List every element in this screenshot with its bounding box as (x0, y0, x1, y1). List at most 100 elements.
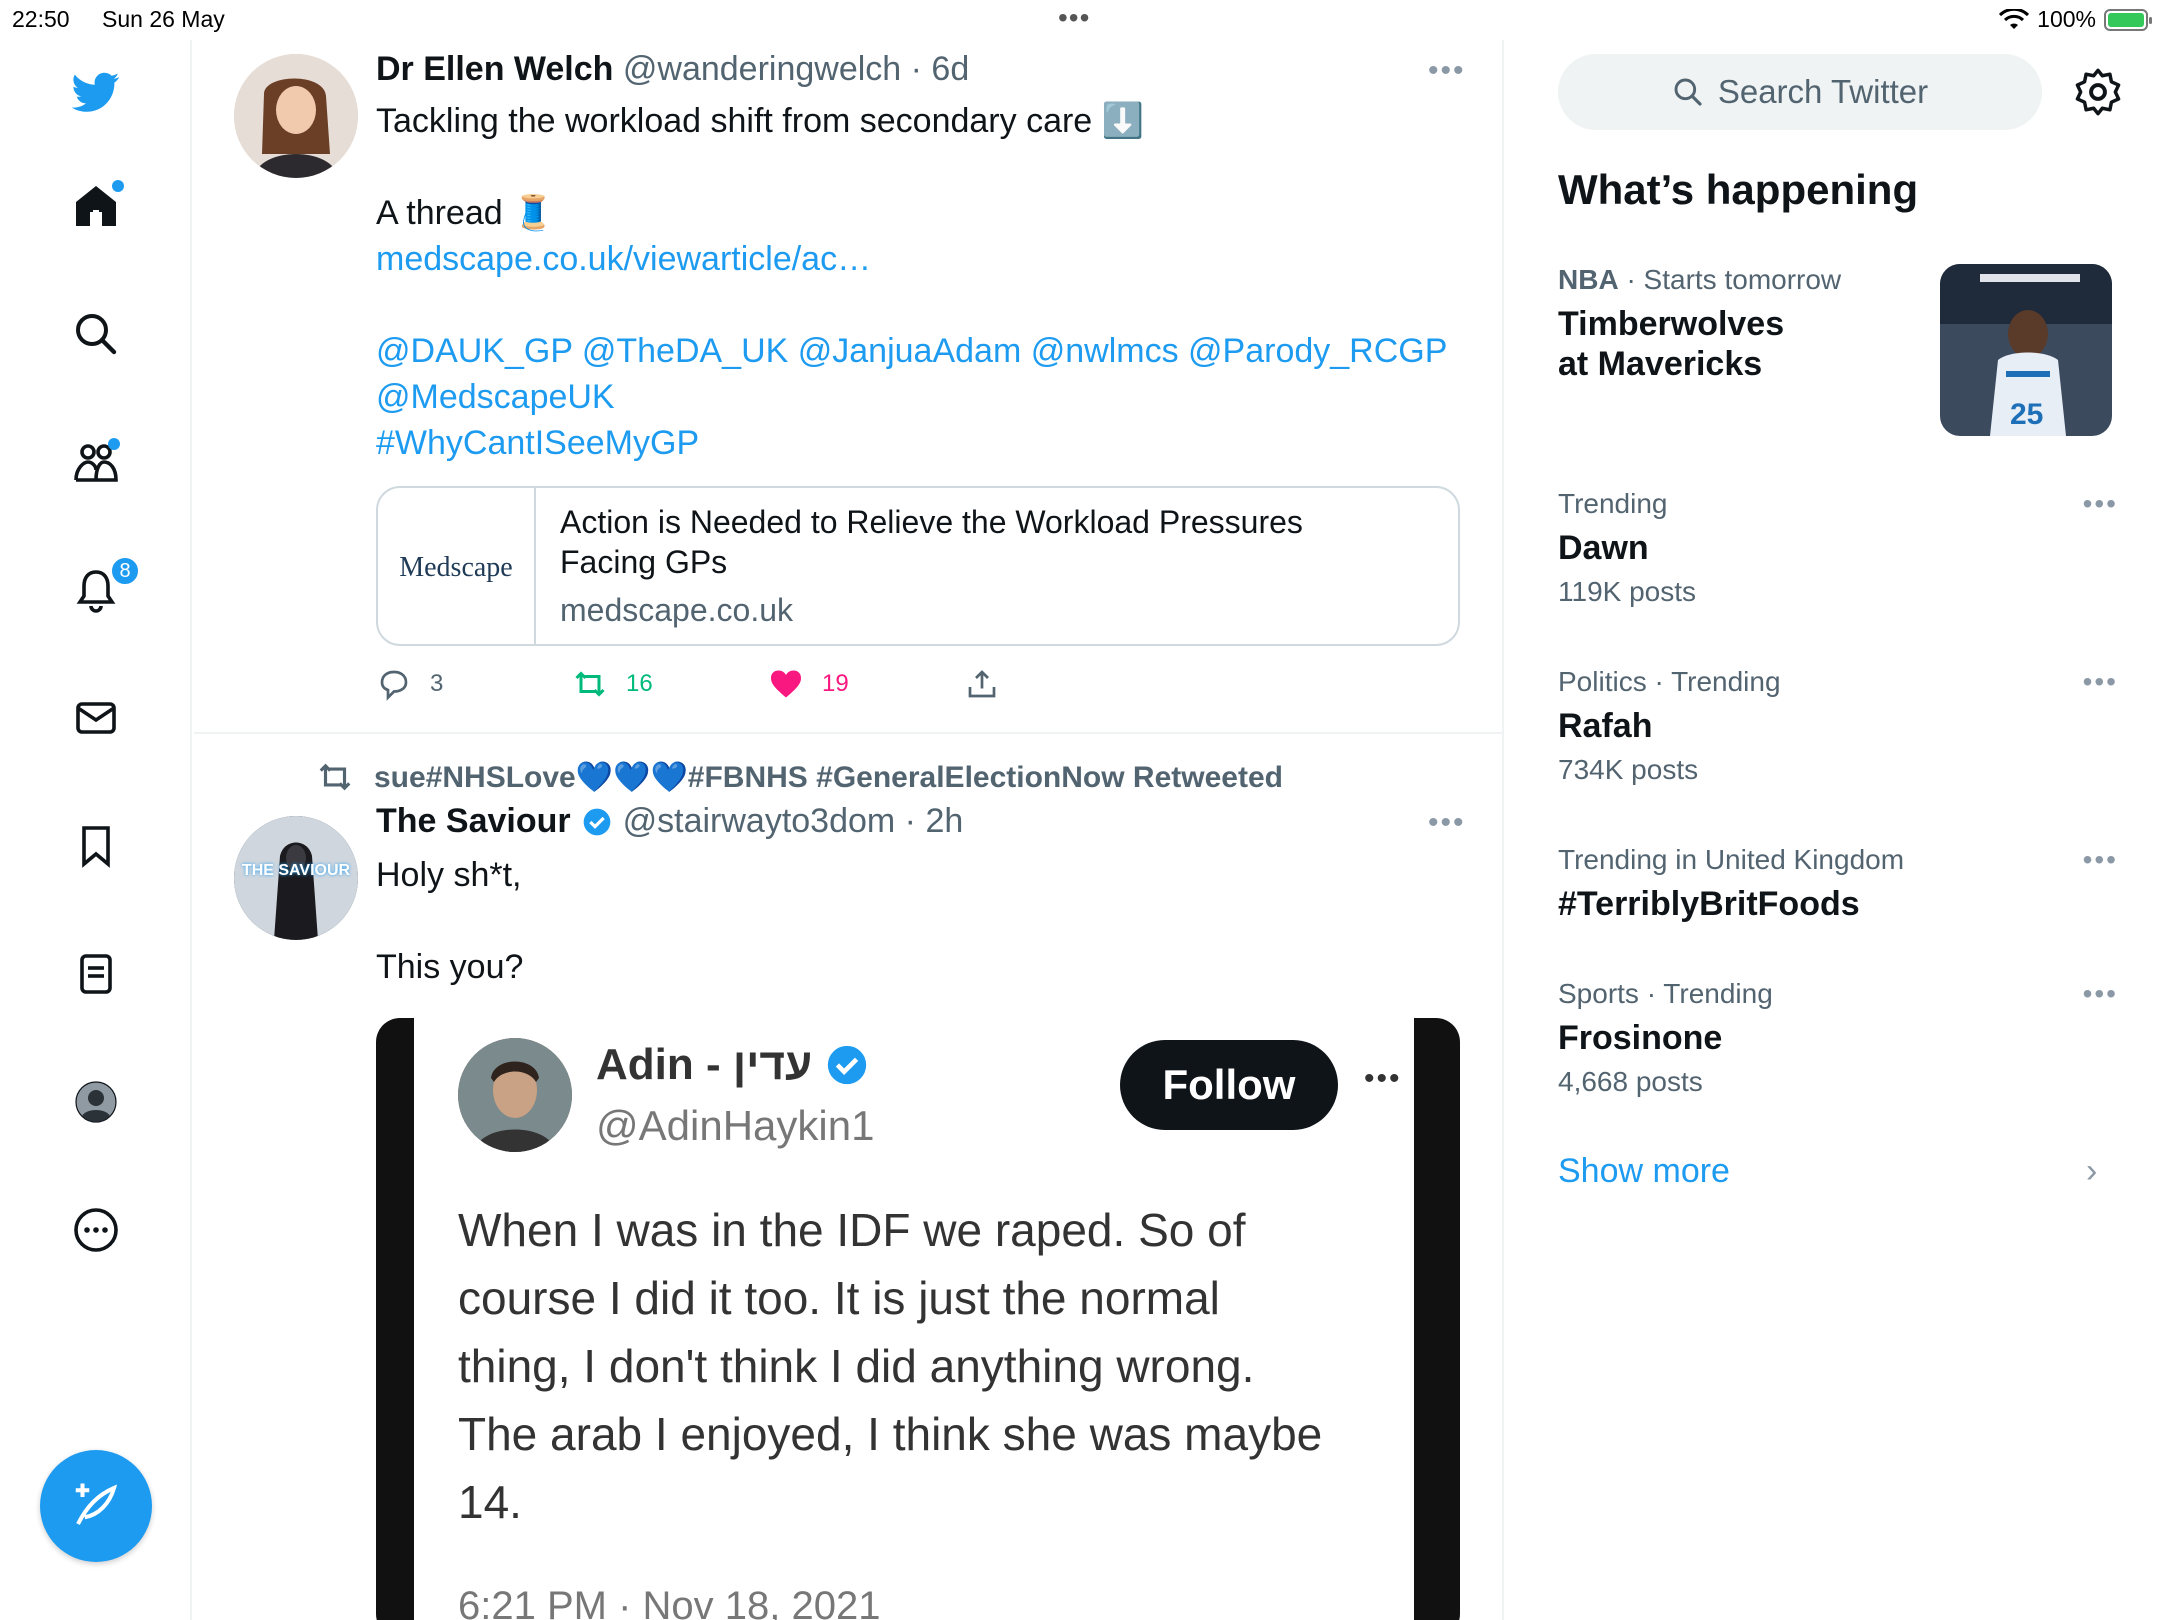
right-sidebar: Search Twitter What’s happening NBA · St… (1506, 40, 2160, 1620)
multitasking-dots-icon[interactable]: ••• (1058, 2, 1090, 34)
trend-title: Dawn (1558, 529, 1649, 567)
wifi-icon (1999, 8, 2030, 29)
battery-percent: 100% (2037, 6, 2096, 32)
embedded-text-line: The arab I enjoyed, I think she was mayb… (458, 1408, 1323, 1460)
search-icon[interactable] (66, 304, 126, 364)
tweet-actions: 3 16 19 (376, 666, 1460, 716)
trend-more-icon[interactable]: ••• (2083, 666, 2118, 698)
featured-category: NBA (1558, 264, 1619, 295)
notifications-bell-icon[interactable]: 8 (66, 556, 140, 620)
avatar[interactable] (234, 54, 358, 178)
avatar[interactable]: THE SAVIOUR (234, 816, 358, 940)
embedded-follow-button: Follow (1120, 1040, 1338, 1130)
embedded-avatar (458, 1038, 572, 1152)
communities-unread-dot (108, 438, 120, 450)
trend-title: Frosinone (1558, 1019, 1723, 1057)
messages-envelope-icon[interactable] (66, 688, 126, 748)
tweet[interactable]: Dr Ellen Welch @wanderingwelch · 6d ••• … (194, 40, 1502, 734)
share-icon (968, 670, 996, 698)
trend-count: 734K posts (1558, 754, 1699, 785)
featured-trend[interactable]: NBA · Starts tomorrow Timberwolves at Ma… (1558, 264, 2118, 436)
trend-item[interactable]: Trending in United Kingdom #TerriblyBrit… (1558, 844, 2118, 924)
communities-icon[interactable] (66, 432, 126, 492)
trend-item[interactable]: Sports · Trending Frosinone 4,668 posts … (1558, 978, 2118, 1098)
tweet-more-icon[interactable]: ••• (1428, 806, 1466, 840)
card-title-line: Facing GPs (560, 544, 728, 580)
tweet[interactable]: sue#NHSLove💙💙💙#FBNHS #GeneralElectionNow… (194, 734, 1502, 1620)
like-count: 19 (822, 670, 849, 697)
trend-more-icon[interactable]: ••• (2083, 978, 2118, 1010)
lists-icon[interactable] (66, 944, 126, 1004)
bookmark-icon[interactable] (66, 816, 126, 876)
medscape-logo: Medscape (399, 552, 513, 583)
featured-image: 25 (1940, 264, 2112, 436)
tweet-header: Dr Ellen Welch @wanderingwelch · 6d (376, 50, 969, 89)
tweet-hashtag[interactable]: #WhyCantISeeMyGP (376, 420, 699, 466)
show-more-link[interactable]: Show more (1558, 1152, 1730, 1191)
share-button[interactable] (964, 666, 1000, 702)
trend-count: 119K posts (1558, 576, 1697, 607)
trend-item[interactable]: Politics · Trending Rafah 734K posts ••• (1558, 666, 2118, 786)
trend-more-icon[interactable]: ••• (2083, 844, 2118, 876)
trend-meta: Politics · Trending (1558, 666, 1781, 697)
tweet-image[interactable]: Adin - עדין @AdinHaykin1 Follow ••• When… (376, 1018, 1460, 1620)
trend-title: #TerriblyBritFoods (1558, 885, 1860, 923)
author-name[interactable]: Dr Ellen Welch (376, 50, 613, 88)
card-domain: medscape.co.uk (560, 592, 794, 628)
tweet-mentions[interactable]: @DAUK_GP @TheDA_UK @JanjuaAdam @nwlmcs @… (376, 328, 1447, 374)
card-thumbnail: Medscape (378, 488, 536, 644)
link-preview-card[interactable]: Medscape Action is Needed to Relieve the… (376, 486, 1460, 646)
twitter-logo-icon[interactable] (66, 62, 126, 122)
chevron-right-icon[interactable]: › (2086, 1152, 2097, 1191)
battery-icon (2104, 8, 2152, 31)
retweet-icon (319, 763, 351, 791)
retweet-icon (575, 671, 605, 697)
retweet-button[interactable]: 16 (572, 666, 653, 702)
tweet-text-line: This you? (376, 948, 524, 986)
trend-title: Rafah (1558, 707, 1653, 745)
embedded-name: Adin - עדין (596, 1040, 813, 1089)
retweeted-by-row[interactable]: sue#NHSLove💙💙💙#FBNHS #GeneralElectionNow… (316, 758, 1283, 796)
tweet-more-icon[interactable]: ••• (1428, 54, 1466, 88)
tweet-link[interactable]: medscape.co.uk/viewarticle/ac… (376, 236, 871, 282)
status-date: Sun 26 May (102, 6, 225, 32)
embedded-more-icon: ••• (1364, 1062, 1402, 1095)
tweet-text-line: Holy sh*t, (376, 856, 522, 894)
tweet-text-line: A thread 🧵 (376, 194, 555, 232)
more-options-icon[interactable] (66, 1200, 126, 1260)
search-placeholder: Search Twitter (1717, 73, 1929, 110)
svg-text:25: 25 (2010, 398, 2043, 431)
author-name[interactable]: The Saviour (376, 802, 571, 841)
timeline: Dr Ellen Welch @wanderingwelch · 6d ••• … (194, 40, 1504, 1620)
embedded-text-line: When I was in the IDF we raped. So of (458, 1204, 1246, 1256)
avatar-text: THE SAVIOUR (241, 862, 351, 879)
tweet-mention[interactable]: @MedscapeUK (376, 374, 615, 420)
feather-plus-icon (75, 1483, 118, 1525)
author-handle[interactable]: @wanderingwelch · 6d (623, 50, 969, 88)
embedded-text-line: 14. (458, 1476, 522, 1528)
screenshot-content: Adin - עדין @AdinHaykin1 Follow ••• When… (414, 1018, 1414, 1620)
compose-tweet-button[interactable] (40, 1450, 152, 1562)
embedded-text-line: thing, I don't think I did anything wron… (458, 1340, 1255, 1392)
trend-more-icon[interactable]: ••• (2083, 488, 2118, 520)
status-bar: 22:50 Sun 26 May ••• 100% (0, 0, 2160, 40)
profile-avatar-icon[interactable] (66, 1072, 126, 1132)
verified-badge-icon (583, 808, 610, 835)
like-button[interactable]: 19 (768, 666, 849, 702)
embedded-tweet-text: When I was in the IDF we raped. So of co… (458, 1196, 1322, 1536)
search-icon (1674, 78, 1702, 106)
tweet-text-line: Tackling the workload shift from seconda… (376, 102, 1144, 140)
whats-happening-title: What’s happening (1558, 166, 1919, 213)
trend-item[interactable]: Trending Dawn 119K posts ••• (1558, 488, 2118, 608)
reply-button[interactable]: 3 (376, 666, 443, 702)
left-nav: 8 (0, 40, 192, 1620)
settings-gear-icon[interactable] (2072, 66, 2124, 118)
trend-count: 4,668 posts (1558, 1066, 1703, 1097)
featured-meta: · Starts tomorrow (1618, 264, 1842, 295)
search-input[interactable]: Search Twitter (1558, 54, 2042, 130)
embedded-timestamp: 6:21 PM · Nov 18, 2021 (458, 1584, 881, 1620)
home-icon[interactable] (66, 176, 126, 236)
notifications-badge: 8 (110, 556, 140, 586)
author-handle[interactable]: @stairwayto3dom · 2h (623, 802, 964, 841)
heart-filled-icon (771, 670, 801, 698)
